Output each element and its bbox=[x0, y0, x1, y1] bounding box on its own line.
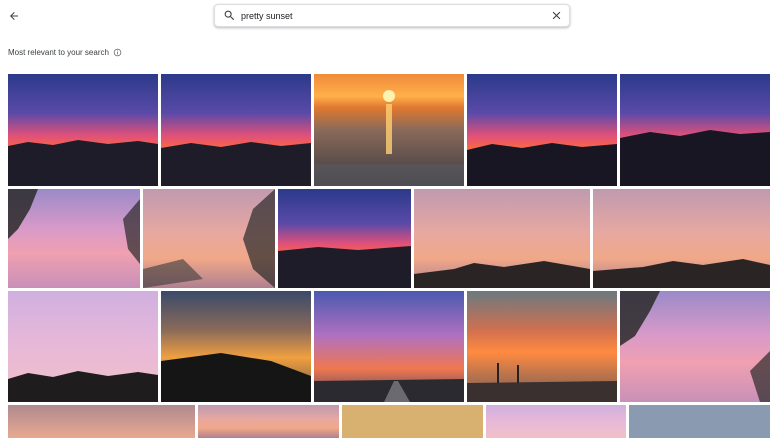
photo-thumbnail[interactable] bbox=[593, 189, 770, 288]
photo-thumbnail[interactable] bbox=[467, 291, 617, 402]
photo-thumbnail[interactable] bbox=[161, 74, 311, 186]
photo-thumbnail[interactable] bbox=[8, 291, 158, 402]
photo-thumbnail[interactable] bbox=[278, 189, 411, 288]
photo-grid bbox=[0, 0, 780, 438]
photo-thumbnail[interactable] bbox=[8, 405, 195, 438]
photo-thumbnail[interactable] bbox=[8, 74, 158, 186]
photo-thumbnail[interactable] bbox=[342, 405, 483, 438]
photo-thumbnail[interactable] bbox=[486, 405, 626, 438]
photo-thumbnail[interactable] bbox=[314, 291, 464, 402]
photo-thumbnail[interactable] bbox=[620, 291, 770, 402]
photo-thumbnail[interactable] bbox=[467, 74, 617, 186]
photo-thumbnail[interactable] bbox=[314, 74, 464, 186]
photo-thumbnail[interactable] bbox=[620, 74, 770, 186]
photo-thumbnail[interactable] bbox=[143, 189, 275, 288]
photo-thumbnail[interactable] bbox=[8, 189, 140, 288]
photo-thumbnail[interactable] bbox=[414, 189, 590, 288]
photo-thumbnail[interactable] bbox=[161, 291, 311, 402]
photo-thumbnail[interactable] bbox=[629, 405, 770, 438]
photo-thumbnail[interactable] bbox=[198, 405, 339, 438]
